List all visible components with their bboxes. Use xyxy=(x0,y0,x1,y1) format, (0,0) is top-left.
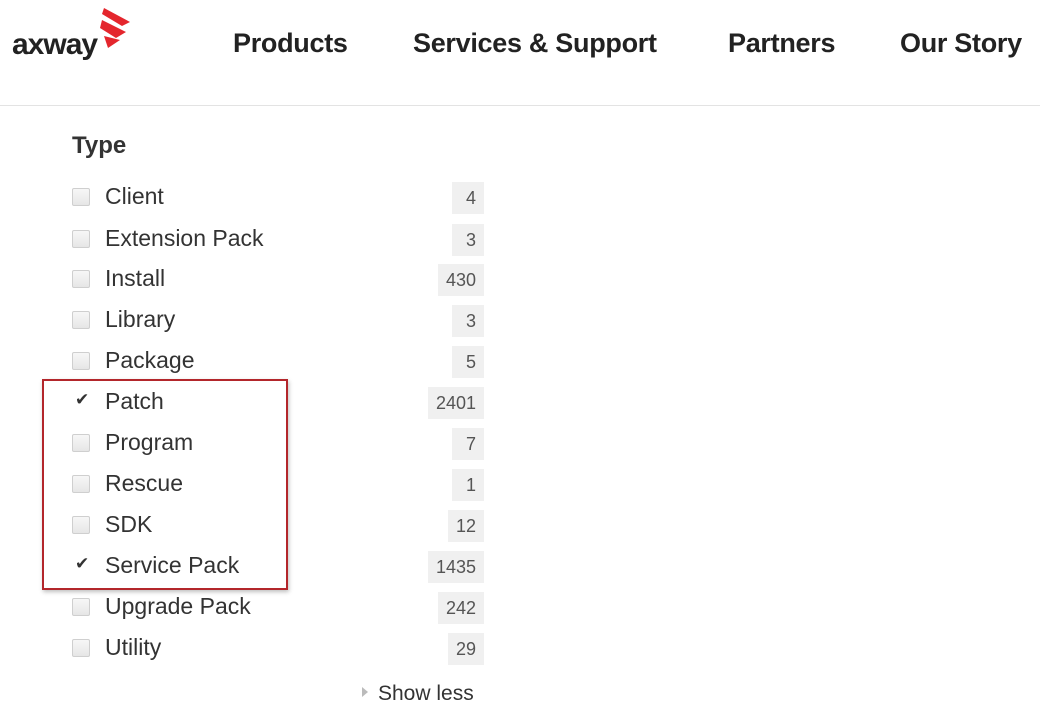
facet-option-label: Client xyxy=(105,183,164,209)
facet-option-count: 3 xyxy=(452,224,484,256)
facet-checkbox[interactable]: ✔ xyxy=(72,390,90,411)
facet-option-label: Patch xyxy=(105,388,164,414)
facet-option-label: Utility xyxy=(105,634,162,660)
facet-checkbox[interactable] xyxy=(72,434,90,452)
facet-checkbox[interactable] xyxy=(72,516,90,534)
facet-checkbox[interactable] xyxy=(72,311,90,329)
facet-option[interactable]: Install 430 xyxy=(72,260,492,296)
facet-checkbox[interactable]: ✔ xyxy=(72,554,90,575)
nav-partners[interactable]: Partners xyxy=(728,28,835,59)
facet-option-count: 430 xyxy=(437,264,484,296)
facet-option-count: 242 xyxy=(437,592,484,624)
facet-checkbox[interactable] xyxy=(72,639,90,657)
facet-option-label: SDK xyxy=(105,511,153,537)
facet-option-label: Rescue xyxy=(105,470,183,496)
caret-right-icon xyxy=(362,687,368,698)
facet-option-count: 1 xyxy=(452,469,484,501)
facet-option-count: 12 xyxy=(447,510,484,542)
check-icon: ✔ xyxy=(75,554,90,574)
facet-option[interactable]: SDK 12 xyxy=(72,506,492,542)
facet-checkbox[interactable] xyxy=(72,188,90,206)
facet-option-label: Program xyxy=(105,429,194,455)
facet-option-count: 1435 xyxy=(427,551,484,583)
facet-option[interactable]: Rescue 1 xyxy=(72,465,492,501)
facet-option-count: 2401 xyxy=(427,387,484,419)
facet-option-count: 3 xyxy=(452,305,484,337)
nav-our-story[interactable]: Our Story xyxy=(900,28,1022,59)
facet-option[interactable]: ✔ Patch 2401 xyxy=(72,383,492,419)
facet-option[interactable]: Package 5 xyxy=(72,342,492,378)
facet-option[interactable]: ✔ Service Pack 1435 xyxy=(72,547,492,583)
facet-checkbox[interactable] xyxy=(72,598,90,616)
facet-option-label: Library xyxy=(105,306,176,332)
facet-option-count: 29 xyxy=(447,633,484,665)
facet-option[interactable]: Library 3 xyxy=(72,301,492,337)
facet-option-count: 5 xyxy=(452,346,484,378)
show-less-label: Show less xyxy=(378,682,474,705)
facet-option-label: Install xyxy=(105,265,166,291)
facet-option-label: Extension Pack xyxy=(105,225,264,251)
show-less-link[interactable]: Show less xyxy=(362,682,474,706)
facet-option-label: Package xyxy=(105,347,195,373)
facet-option[interactable]: Extension Pack 3 xyxy=(72,220,492,256)
nav-products[interactable]: Products xyxy=(233,28,348,59)
facet-option-count: 4 xyxy=(452,182,484,214)
check-icon: ✔ xyxy=(75,390,90,410)
nav-services-support[interactable]: Services & Support xyxy=(413,28,657,59)
facet-option-label: Upgrade Pack xyxy=(105,593,251,619)
facet-title: Type xyxy=(72,132,127,159)
facet-option[interactable]: Utility 29 xyxy=(72,629,492,665)
site-header: axway Products Services & Support Partne… xyxy=(0,0,1040,106)
facet-checkbox[interactable] xyxy=(72,230,90,248)
facet-option[interactable]: Client 4 xyxy=(72,178,492,214)
facet-option[interactable]: Program 7 xyxy=(72,424,492,460)
facet-option-count: 7 xyxy=(452,428,484,460)
facet-option[interactable]: Upgrade Pack 242 xyxy=(72,588,492,624)
facet-checkbox[interactable] xyxy=(72,475,90,493)
facet-checkbox[interactable] xyxy=(72,352,90,370)
facet-checkbox[interactable] xyxy=(72,270,90,288)
main-nav: Products Services & Support Partners Our… xyxy=(0,28,1040,64)
facet-option-label: Service Pack xyxy=(105,552,240,578)
